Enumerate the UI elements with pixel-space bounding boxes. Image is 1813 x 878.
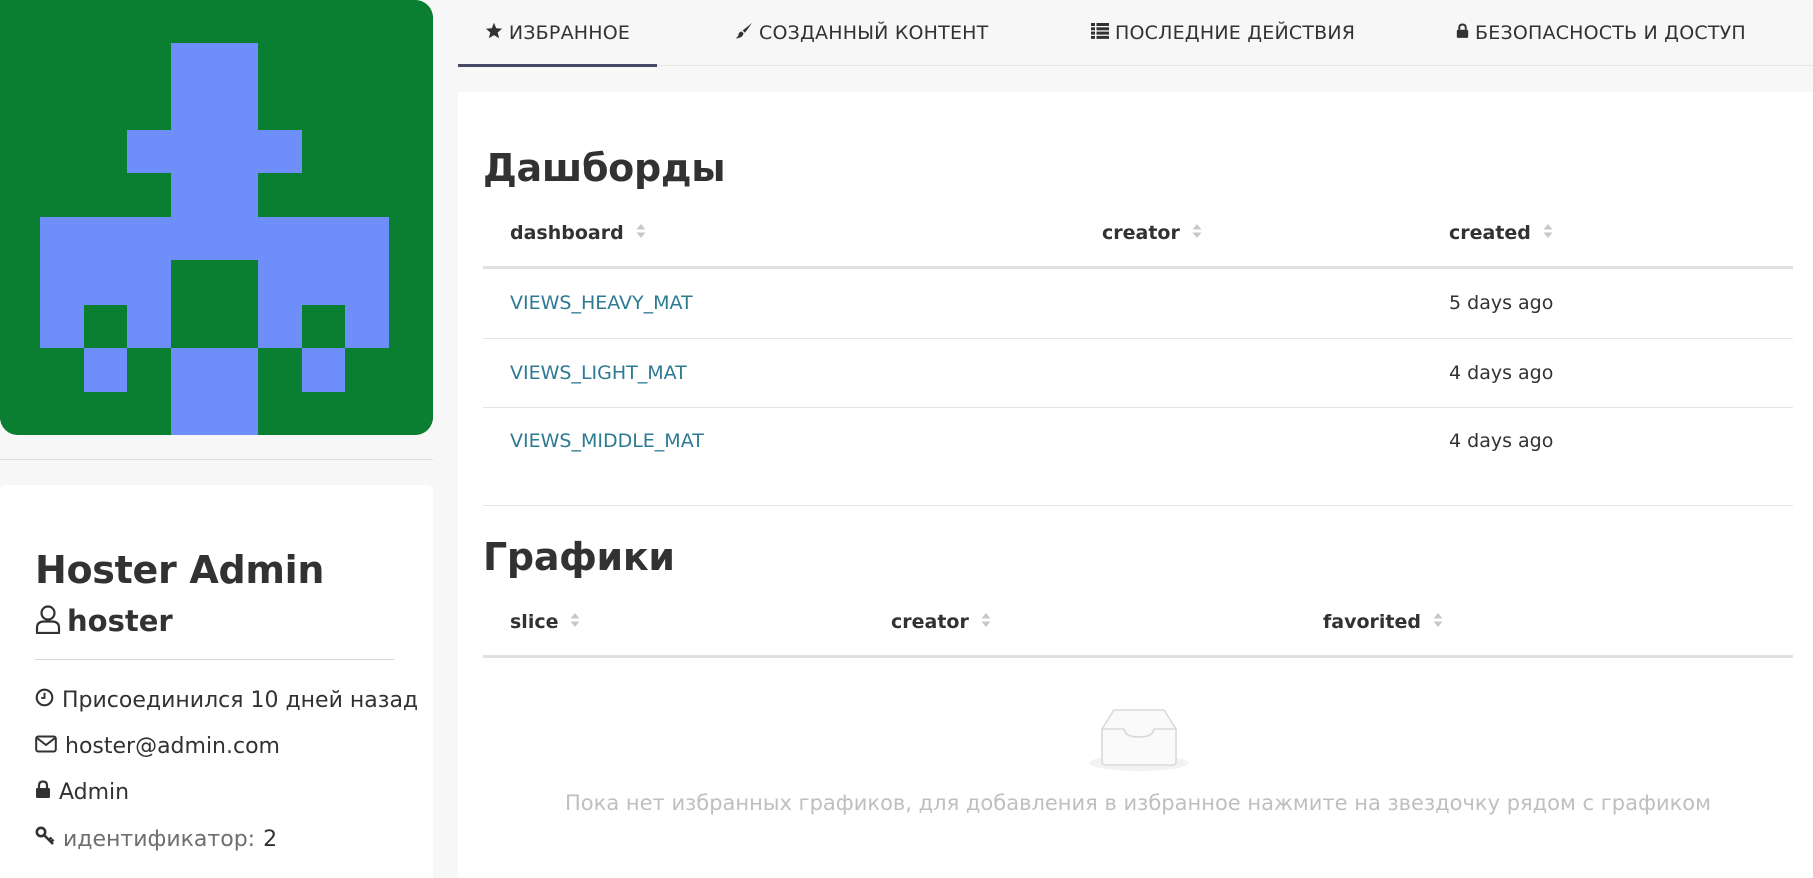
tab-label: ИЗБРАННОЕ bbox=[508, 22, 631, 44]
row-divider bbox=[483, 338, 1793, 339]
sort-icon bbox=[1543, 222, 1553, 244]
id-row: идентификатор: 2 bbox=[35, 826, 277, 852]
tab-recent-activity[interactable]: ПОСЛЕДНИЕ ДЕЙСТВИЯ bbox=[1091, 0, 1355, 66]
joined-row: Присоединился 10 дней назад bbox=[35, 688, 418, 713]
column-label: creator bbox=[1102, 222, 1180, 244]
created-cell: 4 days ago bbox=[1449, 430, 1554, 452]
tab-bar: ИЗБРАННОЕ СОЗДАННЫЙ КОНТЕНТ ПОСЛЕДНИЕ ДЕ… bbox=[458, 0, 1813, 67]
profile-card bbox=[0, 485, 433, 878]
profile-divider bbox=[35, 659, 394, 660]
sort-icon bbox=[636, 222, 646, 244]
column-label: dashboard bbox=[510, 222, 624, 244]
role-text: Admin bbox=[59, 780, 130, 805]
empty-state-message: Пока нет избранных графиков, для добавле… bbox=[565, 791, 1711, 815]
column-header-slice[interactable]: slice bbox=[510, 611, 580, 633]
role-row: Admin bbox=[35, 780, 129, 805]
created-cell: 5 days ago bbox=[1449, 292, 1554, 314]
paintbrush-icon bbox=[735, 22, 753, 45]
key-icon bbox=[35, 826, 55, 852]
column-header-dashboard[interactable]: dashboard bbox=[510, 222, 646, 244]
dashboard-link[interactable]: VIEWS_LIGHT_MAT bbox=[510, 362, 687, 384]
lock-icon bbox=[1456, 22, 1469, 44]
sort-icon bbox=[981, 611, 991, 633]
section-divider bbox=[483, 505, 1793, 506]
id-value: 2 bbox=[263, 826, 278, 852]
tab-security-access[interactable]: БЕЗОПАСНОСТЬ И ДОСТУП bbox=[1456, 0, 1746, 66]
username-row: hoster bbox=[35, 604, 173, 638]
tab-label: ПОСЛЕДНИЕ ДЕЙСТВИЯ bbox=[1115, 22, 1356, 44]
email-text: hoster@admin.com bbox=[65, 734, 280, 759]
tab-label: БЕЗОПАСНОСТЬ И ДОСТУП bbox=[1475, 22, 1746, 44]
lock-icon bbox=[35, 780, 51, 805]
column-label: slice bbox=[510, 611, 559, 633]
user-icon bbox=[35, 604, 61, 638]
email-row: hoster@admin.com bbox=[35, 734, 280, 759]
tab-favorites[interactable]: ИЗБРАННОЕ bbox=[458, 0, 657, 67]
dashboard-link[interactable]: VIEWS_HEAVY_MAT bbox=[510, 292, 693, 314]
star-icon bbox=[485, 22, 503, 44]
clock-icon bbox=[35, 688, 54, 713]
tab-created-content[interactable]: СОЗДАННЫЙ КОНТЕНТ bbox=[735, 0, 988, 66]
joined-text: Присоединился 10 дней назад bbox=[62, 688, 419, 713]
full-name: Hoster Admin bbox=[35, 548, 325, 592]
table-header-divider bbox=[483, 266, 1793, 269]
envelope-icon bbox=[35, 734, 57, 759]
table-header-divider bbox=[483, 655, 1793, 658]
username: hoster bbox=[67, 604, 173, 638]
sort-icon bbox=[1192, 222, 1202, 244]
sort-icon bbox=[1433, 611, 1443, 633]
column-header-creator[interactable]: creator bbox=[1102, 222, 1202, 244]
sort-icon bbox=[570, 611, 580, 633]
left-divider bbox=[0, 459, 433, 460]
dashboard-link[interactable]: VIEWS_MIDDLE_MAT bbox=[510, 430, 704, 452]
column-header-created[interactable]: created bbox=[1449, 222, 1553, 244]
list-icon bbox=[1091, 22, 1109, 44]
column-header-creator[interactable]: creator bbox=[891, 611, 991, 633]
created-cell: 4 days ago bbox=[1449, 362, 1554, 384]
column-header-favorited[interactable]: favorited bbox=[1323, 611, 1443, 633]
row-divider bbox=[483, 407, 1793, 408]
tab-label: СОЗДАННЫЙ КОНТЕНТ bbox=[759, 22, 989, 44]
avatar bbox=[0, 0, 433, 435]
charts-title: Графики bbox=[483, 535, 675, 579]
id-label: идентификатор: bbox=[63, 826, 256, 852]
column-label: created bbox=[1449, 222, 1531, 244]
column-label: favorited bbox=[1323, 611, 1421, 633]
dashboards-title: Дашборды bbox=[483, 146, 726, 190]
empty-inbox-icon bbox=[1087, 706, 1191, 778]
column-label: creator bbox=[891, 611, 969, 633]
